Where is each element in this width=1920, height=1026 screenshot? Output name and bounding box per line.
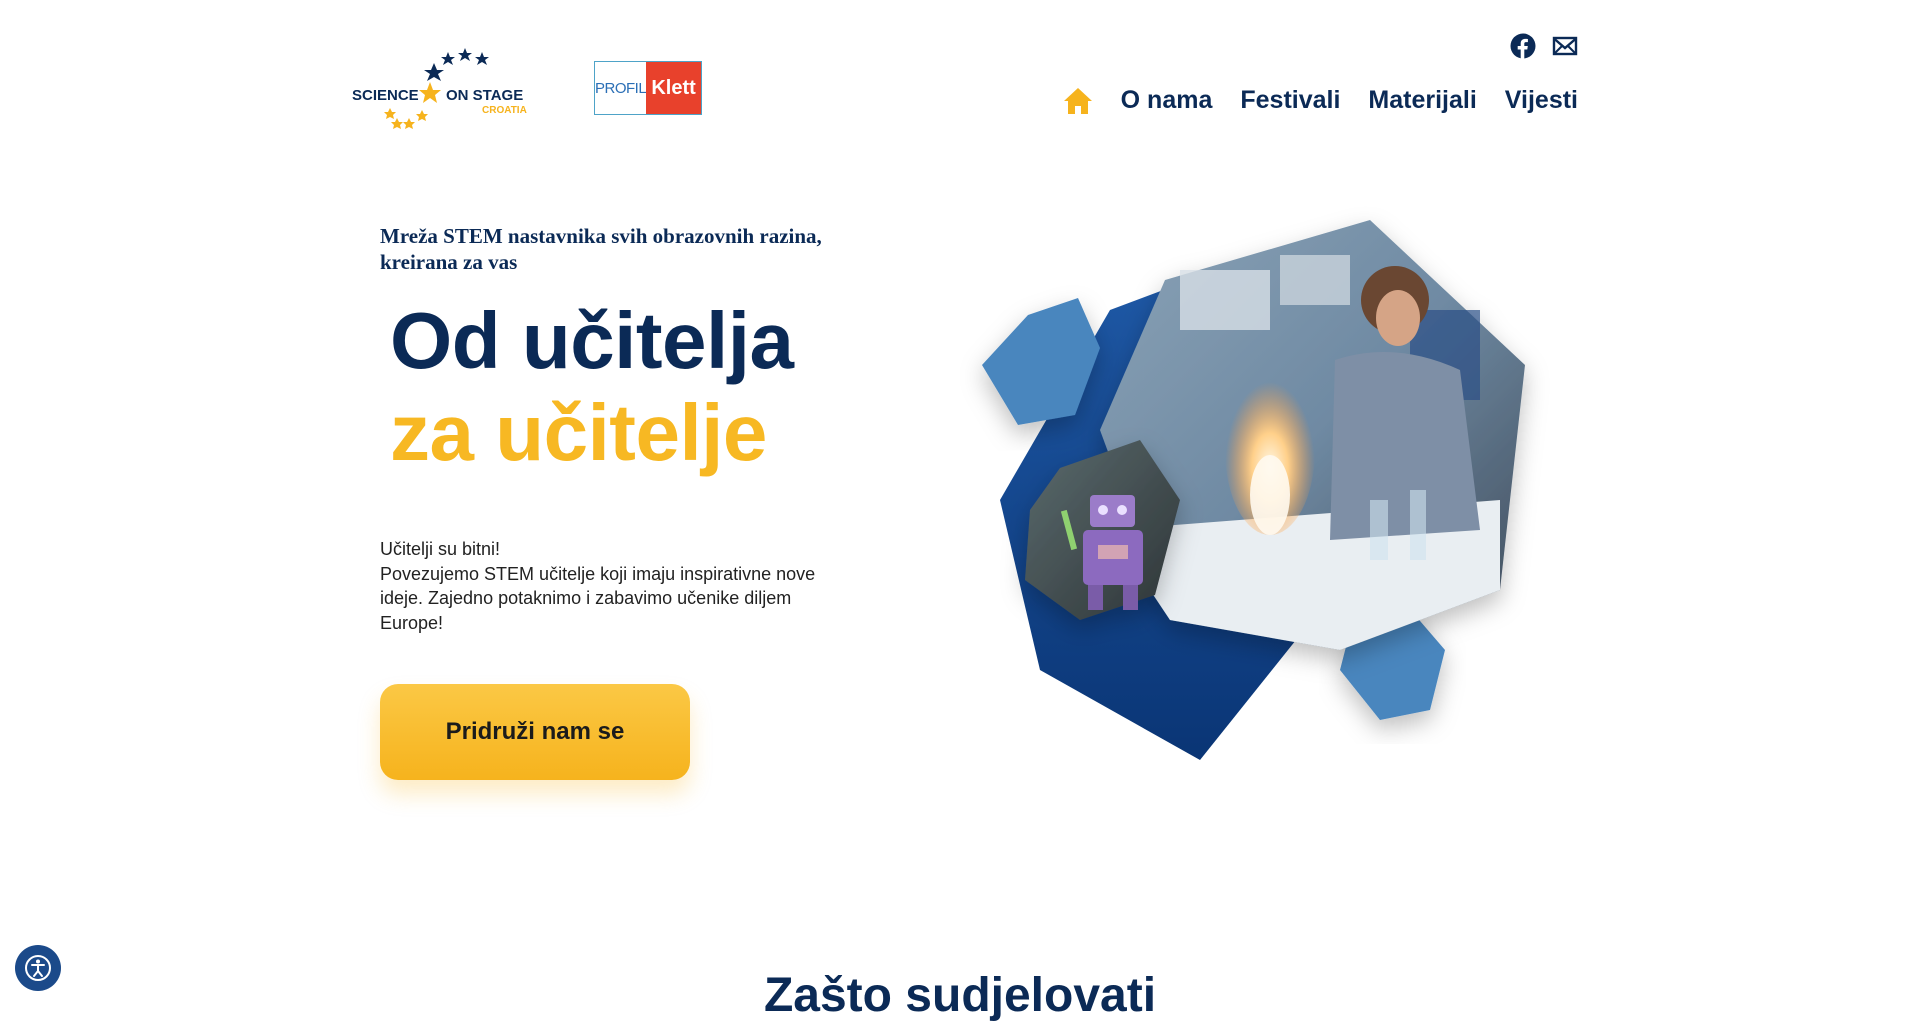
accessibility-widget-button[interactable]	[15, 945, 61, 991]
hero-headline-line1: Od učitelja	[390, 296, 794, 385]
logo-text-science: SCIENCE	[352, 87, 419, 104]
logo-klett-text: Klett	[646, 62, 701, 114]
nav-item-materijali[interactable]: Materijali	[1368, 86, 1476, 115]
facebook-icon[interactable]	[1510, 33, 1536, 59]
main-nav: O nama Festivali Materijali Vijesti	[1063, 86, 1578, 115]
join-us-button[interactable]: Pridruži nam se	[380, 684, 690, 780]
hero-headline-line2: za učitelje	[390, 388, 767, 477]
profil-klett-logo[interactable]: PROFIL Klett	[594, 61, 702, 115]
accessibility-icon	[25, 955, 51, 981]
nav-item-vijesti[interactable]: Vijesti	[1505, 86, 1578, 115]
home-icon[interactable]	[1063, 87, 1093, 115]
nav-item-festivali[interactable]: Festivali	[1240, 86, 1340, 115]
hero-intro-line2: Povezujemo STEM učitelje koji imaju insp…	[380, 563, 816, 633]
logo-text-on-stage: ON STAGE	[446, 87, 523, 104]
hero-intro: Učitelji su bitni! Povezujemo STEM učite…	[380, 537, 840, 635]
hero-tagline: Mreža STEM nastavnika svih obrazovnih ra…	[380, 224, 822, 274]
scientist-photo	[1100, 220, 1525, 650]
logo-text-croatia: CROATIA	[482, 105, 527, 116]
social-links	[1510, 33, 1578, 59]
logo-profil-text: PROFIL	[595, 62, 647, 114]
hero-illustration	[982, 220, 1525, 760]
section-title-why: Zašto sudjelovati	[763, 969, 1157, 1022]
nav-item-o-nama[interactable]: O nama	[1121, 86, 1213, 115]
science-on-stage-logo[interactable]: SCIENCE ON STAGE CROATIA	[352, 44, 532, 130]
hero-intro-line1: Učitelji su bitni!	[380, 539, 501, 559]
mail-icon[interactable]	[1552, 33, 1578, 59]
